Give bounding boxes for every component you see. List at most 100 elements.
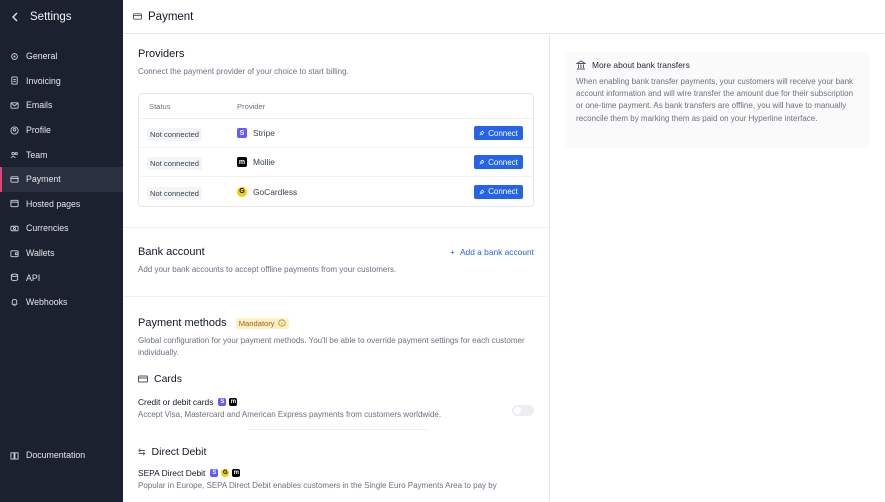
swap-icon: ⇆: [138, 446, 146, 457]
connect-stripe-button[interactable]: Connect: [474, 126, 523, 140]
divider: [248, 429, 428, 430]
provider-name: Mollie: [253, 157, 275, 167]
mollie-logo-icon: m: [232, 469, 241, 477]
sidebar-item-api[interactable]: API: [0, 265, 123, 290]
wallet-icon: [10, 249, 19, 258]
table-row: Not connected m Mollie Connect: [139, 148, 533, 177]
payment-methods-subtitle: Global configuration for your payment me…: [138, 336, 525, 357]
connect-label: Connect: [488, 157, 518, 167]
chevron-left-icon[interactable]: [10, 12, 20, 22]
status-badge: Not connected: [147, 157, 202, 170]
hosted-pages-icon: [10, 199, 19, 208]
sepa-method-row: SEPA Direct Debit S G m Popular in Europ…: [138, 468, 534, 492]
providers-section: Providers Connect the payment provider o…: [123, 34, 549, 228]
sidebar-item-label: General: [26, 51, 58, 62]
connect-mollie-button[interactable]: Connect: [474, 155, 523, 169]
sidebar-item-label: Emails: [26, 100, 53, 111]
info-icon: [278, 319, 286, 327]
providers-table: Status Provider Not connected S Stripe C…: [138, 93, 534, 207]
provider-name: Stripe: [253, 128, 275, 138]
card-icon: [133, 12, 142, 21]
info-title: More about bank transfers: [592, 60, 690, 70]
sidebar-header: Settings: [0, 0, 123, 34]
sidebar-title: Settings: [30, 11, 72, 23]
main-content: Providers Connect the payment provider o…: [123, 34, 550, 502]
sidebar-item-label: Webhooks: [26, 297, 68, 308]
sidebar-item-hosted-pages[interactable]: Hosted pages: [0, 192, 123, 217]
bank-icon: [576, 60, 586, 70]
sidebar-item-label: Team: [26, 149, 48, 160]
sidebar-item-label: Documentation: [26, 450, 86, 461]
bell-icon: [10, 298, 19, 307]
mail-icon: [10, 101, 19, 110]
plug-icon: [479, 189, 485, 194]
card-method-toggle[interactable]: [512, 405, 534, 416]
sidebar-item-team[interactable]: Team: [0, 142, 123, 167]
payment-methods-title: Payment methods: [138, 317, 227, 329]
bank-account-title: Bank account: [138, 246, 205, 258]
sidebar-item-payment[interactable]: Payment: [0, 166, 123, 192]
sepa-method-description: Popular in Europe, SEPA Direct Debit ena…: [138, 481, 497, 490]
sidebar-item-profile[interactable]: Profile: [0, 118, 123, 143]
status-badge: Not connected: [147, 186, 202, 200]
bank-transfer-info-panel: More about bank transfers When enabling …: [566, 52, 870, 148]
sidebar-nav: General Invoicing Emails Profile Team Pa…: [0, 44, 123, 315]
sidebar-item-label: API: [26, 272, 41, 283]
document-icon: [10, 76, 19, 85]
card-icon: [138, 375, 148, 383]
add-bank-account-label: Add a bank account: [459, 247, 534, 257]
plug-icon: [479, 130, 485, 136]
mollie-logo-icon: m: [237, 157, 247, 167]
connect-label: Connect: [488, 187, 518, 196]
sidebar-item-documentation[interactable]: Documentation: [0, 443, 123, 468]
payment-methods-title-row: Payment methods Mandatory: [138, 317, 534, 329]
column-header-provider: Provider: [237, 101, 266, 111]
book-icon: [10, 451, 19, 460]
profile-icon: [10, 126, 19, 135]
stripe-logo-icon: S: [237, 128, 247, 138]
sidebar-item-general[interactable]: General: [0, 44, 123, 69]
sidebar-item-wallets[interactable]: Wallets: [0, 241, 123, 266]
team-icon: [10, 150, 19, 159]
card-method-row: Credit or debit cards S m Accept Visa, M…: [138, 397, 534, 421]
card-method-description: Accept Visa, Mastercard and American Exp…: [138, 410, 442, 419]
bank-account-subtitle: Add your bank accounts to accept offline…: [138, 265, 397, 274]
table-header: Status Provider: [139, 94, 533, 119]
sidebar: Settings General Invoicing Emails Profil…: [0, 0, 123, 502]
sidebar-item-label: Payment: [26, 174, 61, 185]
providers-subtitle: Connect the payment provider of your cho…: [138, 67, 349, 76]
top-bar: Payment: [123, 0, 885, 34]
stripe-logo-icon: S: [210, 469, 219, 477]
connect-label: Connect: [488, 128, 518, 138]
plug-icon: [479, 159, 485, 165]
direct-debit-heading: ⇆ Direct Debit: [138, 446, 534, 458]
badge-label: Mandatory: [238, 318, 275, 328]
sidebar-item-currencies[interactable]: Currencies: [0, 216, 123, 241]
settings-icon: [10, 52, 19, 61]
currency-icon: [10, 224, 19, 233]
table-row: Not connected S Stripe Connect: [139, 119, 533, 148]
sidebar-item-emails[interactable]: Emails: [0, 93, 123, 118]
info-body: When enabling bank transfer payments, yo…: [576, 77, 854, 123]
mandatory-badge: Mandatory: [235, 317, 289, 329]
sidebar-item-invoicing[interactable]: Invoicing: [0, 69, 123, 94]
sidebar-item-label: Invoicing: [26, 75, 61, 86]
sidebar-item-label: Hosted pages: [26, 198, 81, 209]
database-icon: [10, 273, 19, 282]
gocardless-logo-icon: G: [237, 186, 247, 197]
providers-title: Providers: [138, 48, 185, 60]
status-badge: Not connected: [147, 128, 202, 141]
connect-gocardless-button[interactable]: Connect: [474, 184, 523, 199]
sidebar-item-label: Profile: [26, 125, 51, 136]
direct-debit-title: Direct Debit: [151, 446, 207, 458]
page-title: Payment: [148, 10, 194, 23]
gocardless-logo-icon: G: [221, 469, 230, 477]
sidebar-item-webhooks[interactable]: Webhooks: [0, 290, 123, 315]
payment-methods-section: Payment methods Mandatory Global configu…: [123, 297, 549, 492]
provider-name: GoCardless: [253, 186, 298, 197]
sepa-method-label: SEPA Direct Debit: [138, 468, 206, 478]
add-bank-account-button[interactable]: + Add a bank account: [450, 247, 534, 257]
sidebar-item-label: Wallets: [26, 248, 55, 259]
bank-account-section: Bank account + Add a bank account Add yo…: [123, 228, 549, 297]
card-method-label: Credit or debit cards: [138, 397, 214, 407]
